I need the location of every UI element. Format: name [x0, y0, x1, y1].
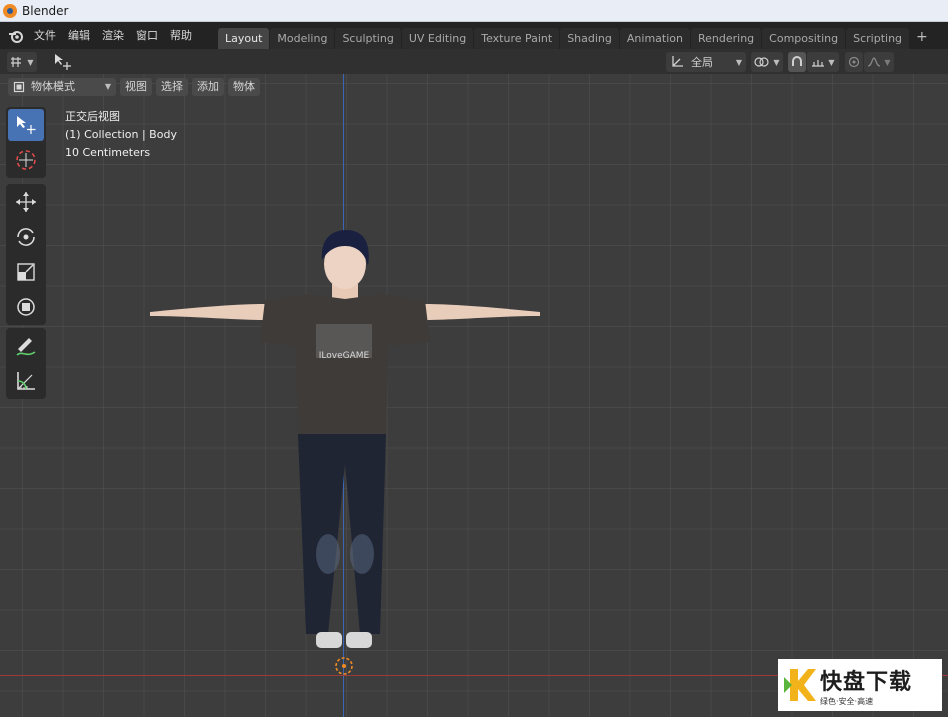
object-mode-select[interactable]: 物体模式 ▼ — [8, 78, 116, 96]
blender-app-icon — [3, 3, 17, 18]
tab-shading[interactable]: Shading — [560, 28, 619, 49]
toolbar-annotate-group — [6, 328, 46, 399]
menu-select[interactable]: 选择 — [156, 78, 188, 96]
object-mode-label: 物体模式 — [31, 80, 75, 93]
magnet-icon — [792, 56, 802, 66]
tool-annotate[interactable] — [8, 330, 44, 362]
tool-select-box[interactable] — [8, 109, 44, 141]
editor-type-button[interactable]: ▼ — [7, 52, 37, 72]
workspace-tabs: Layout Modeling Sculpting UV Editing Tex… — [218, 22, 934, 49]
cursor-icon — [16, 150, 36, 170]
menu-view[interactable]: 视图 — [120, 78, 152, 96]
orientation-label: 全局 — [691, 56, 713, 69]
shirt-print-text: ILoveGAME — [319, 351, 370, 361]
watermark-brand: 快盘下载 — [820, 669, 913, 695]
viewport-overlay-info: 正交后视图 (1) Collection | Body 10 Centimete… — [65, 108, 177, 162]
orientation-axes-icon — [672, 56, 683, 67]
snap-increment-icon — [812, 60, 825, 67]
pivot-icon — [754, 57, 770, 67]
view-name-label: 正交后视图 — [65, 110, 120, 123]
window-title: Blender — [22, 3, 69, 18]
collection-label: (1) Collection | Body — [65, 128, 177, 141]
move-icon — [16, 192, 36, 212]
tab-rendering[interactable]: Rendering — [690, 28, 762, 49]
tab-compositing[interactable]: Compositing — [762, 28, 846, 49]
annotate-pencil-icon — [16, 338, 36, 356]
select-box-icon — [17, 116, 36, 134]
measure-ruler-icon — [17, 372, 35, 390]
tab-animation[interactable]: Animation — [619, 28, 690, 49]
grid-scale-label: 10 Centimeters — [65, 146, 151, 159]
watermark-k-icon — [784, 669, 816, 701]
menu-object[interactable]: 物体 — [228, 78, 260, 96]
tab-layout[interactable]: Layout — [218, 28, 270, 49]
character-model[interactable]: ILoveGAME — [140, 224, 550, 684]
object-mode-icon — [13, 81, 25, 93]
scale-icon — [17, 263, 35, 281]
menu-help[interactable]: 帮助 — [164, 26, 198, 46]
transform-icon — [17, 298, 35, 316]
proportional-falloff-select[interactable]: ▼ — [864, 52, 894, 72]
tab-modeling[interactable]: Modeling — [270, 28, 335, 49]
tool-measure[interactable] — [8, 365, 44, 397]
rotate-icon — [17, 228, 35, 246]
toolbar-transform-group — [6, 184, 46, 325]
proportional-edit-icon — [848, 56, 860, 68]
tab-texture-paint[interactable]: Texture Paint — [474, 28, 560, 49]
tool-rotate[interactable] — [8, 221, 44, 253]
tab-uv-editing[interactable]: UV Editing — [401, 28, 474, 49]
chevron-down-icon: ▼ — [773, 57, 780, 67]
add-workspace-button[interactable]: + — [910, 28, 934, 49]
snap-target-select[interactable]: ▼ — [807, 52, 839, 72]
topbar: 文件 编辑 渲染 窗口 帮助 Layout Modeling Sculpting… — [0, 22, 948, 49]
tool-move[interactable] — [8, 186, 44, 218]
watermark-tagline: 绿色·安全·高速 — [820, 696, 874, 706]
watermark-logo: 快盘下载 绿色·安全·高速 — [778, 659, 942, 711]
chevron-down-icon: ▼ — [735, 57, 742, 67]
transform-orientation-select[interactable]: 全局 ▼ — [666, 52, 746, 72]
snap-toggle[interactable] — [788, 52, 806, 72]
tab-sculpting[interactable]: Sculpting — [335, 28, 401, 49]
chevron-down-icon: ▼ — [104, 82, 111, 91]
pivot-point-select[interactable]: ▼ — [751, 52, 783, 72]
3d-viewport[interactable]: 物体模式 ▼ 视图 选择 添加 物体 正交后视图 (1) Collection … — [0, 74, 948, 717]
viewport-menu-row: 物体模式 ▼ 视图 选择 添加 物体 — [8, 78, 260, 96]
chevron-down-icon: ▼ — [27, 57, 34, 67]
window-titlebar: Blender — [0, 0, 948, 22]
tool-transform[interactable] — [8, 291, 44, 323]
menu-edit[interactable]: 编辑 — [62, 26, 96, 46]
menu-add[interactable]: 添加 — [192, 78, 224, 96]
tool-cursor[interactable] — [8, 144, 44, 176]
editor-type-icon — [11, 57, 22, 67]
menu-file[interactable]: 文件 — [28, 26, 62, 46]
tool-scale[interactable] — [8, 256, 44, 288]
toolbar-select-group — [6, 107, 46, 178]
tab-scripting[interactable]: Scripting — [846, 28, 910, 49]
proportional-edit-toggle[interactable] — [845, 52, 863, 72]
menu-window[interactable]: 窗口 — [130, 26, 164, 46]
select-mode-icon[interactable] — [52, 52, 74, 72]
chevron-down-icon: ▼ — [828, 57, 835, 67]
viewport-header: ▼ 全局 ▼ ▼ ▼ ▼ — [0, 49, 948, 74]
blender-logo-icon[interactable] — [4, 26, 28, 46]
menu-render[interactable]: 渲染 — [96, 26, 130, 46]
chevron-down-icon: ▼ — [884, 57, 891, 67]
falloff-curve-icon — [868, 57, 881, 67]
